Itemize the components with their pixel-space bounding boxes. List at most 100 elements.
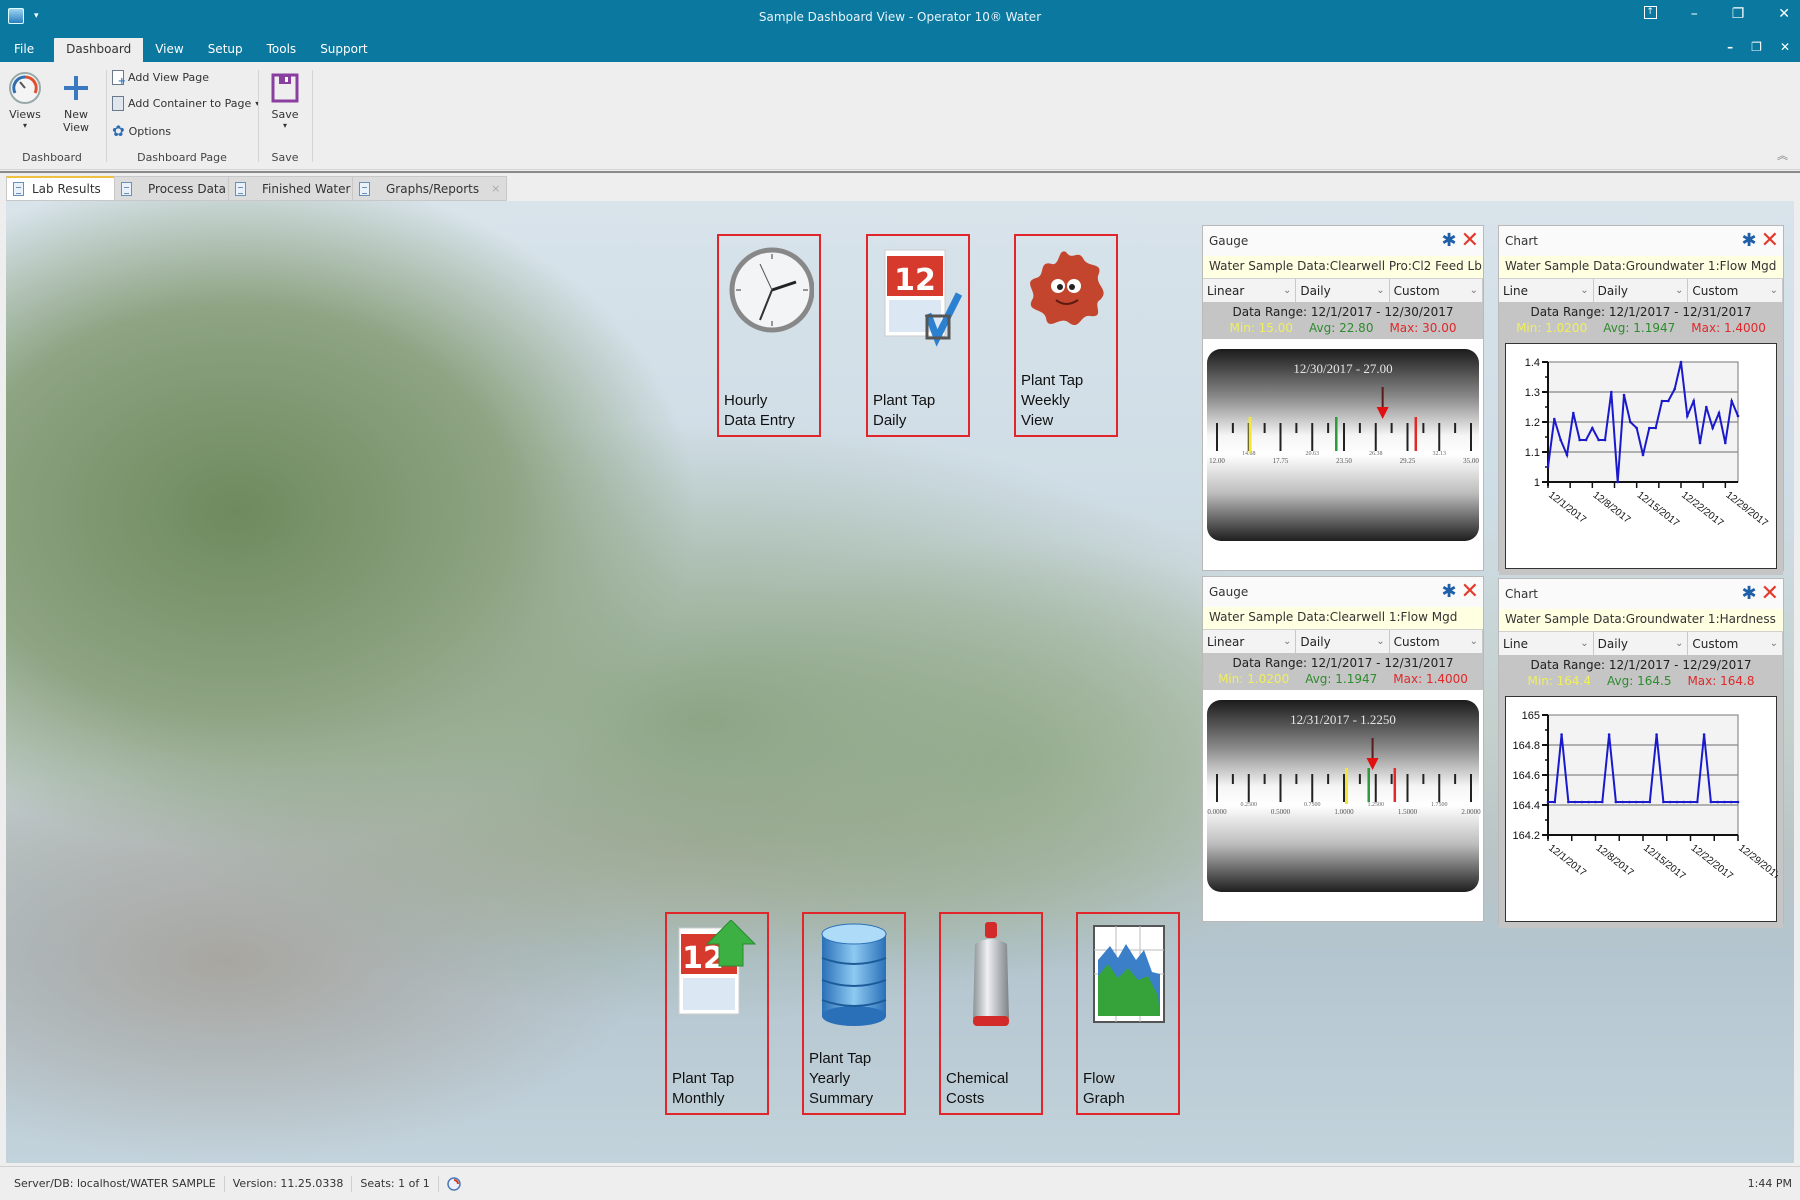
data-point xyxy=(1559,438,1562,442)
tab-setup[interactable]: Setup xyxy=(196,38,255,62)
document-icon xyxy=(121,181,132,196)
interval-select[interactable]: Daily ⌄ xyxy=(1593,632,1689,655)
gear-icon[interactable]: ✱ xyxy=(1741,585,1756,603)
tile-label: Plant Tap Weekly View xyxy=(1021,372,1084,429)
save-button[interactable]: Save ▾ xyxy=(262,68,308,130)
data-point xyxy=(1736,414,1740,418)
chart-widget-groundwater-hardness: Chart ✱ ✕ Water Sample Data:Groundwater 1… xyxy=(1498,578,1784,928)
tile-plant-tap-daily[interactable]: 12 Plant Tap Daily xyxy=(866,234,970,437)
data-point xyxy=(1709,800,1713,804)
new-view-button[interactable]: New View xyxy=(50,68,102,134)
data-point xyxy=(1723,800,1726,804)
range-select[interactable]: Custom ⌄ xyxy=(1389,279,1483,302)
restore-icon[interactable]: ❐ xyxy=(1732,6,1745,22)
y-tick-label: 1.2 xyxy=(1525,417,1540,429)
range-select[interactable]: Custom ⌄ xyxy=(1389,630,1483,653)
tile-plant-tap-weekly-view[interactable]: Plant Tap Weekly View xyxy=(1014,234,1118,437)
close-icon[interactable]: ✕ xyxy=(1761,230,1779,252)
min-stat: Min: 164.4 xyxy=(1527,674,1592,688)
gear-icon[interactable]: ✱ xyxy=(1741,232,1756,250)
chart-type-select[interactable]: Line ⌄ xyxy=(1499,279,1594,302)
min-stat: Min: 15.00 xyxy=(1229,321,1294,335)
gear-icon[interactable]: ✱ xyxy=(1441,583,1456,601)
options-button[interactable]: ✿ Options xyxy=(112,122,171,140)
gauge-type-select[interactable]: Linear ⌄ xyxy=(1203,279,1297,302)
help-icon[interactable]: ↑ xyxy=(1643,6,1657,19)
mdi-minimize-icon[interactable]: – xyxy=(1727,40,1733,54)
widget-type-label: Gauge xyxy=(1209,585,1249,599)
data-point xyxy=(1603,438,1607,442)
y-tick-label: 1 xyxy=(1534,477,1540,489)
gauge-type-select[interactable]: Linear ⌄ xyxy=(1203,630,1297,653)
gauge-widget-cl2-feed: Gauge ✱ ✕ Water Sample Data:Clearwell Pro… xyxy=(1202,225,1484,571)
avg-stat: Avg: 1.1947 xyxy=(1603,321,1676,335)
chart-type-select[interactable]: Line ⌄ xyxy=(1499,632,1594,655)
tile-chemical-costs[interactable]: Chemical Costs xyxy=(939,912,1043,1115)
interval-select[interactable]: Daily ⌄ xyxy=(1593,279,1689,302)
chevron-down-icon: ⌄ xyxy=(1580,638,1589,649)
tile-label: Chemical Costs xyxy=(946,1070,1009,1107)
add-container-icon xyxy=(112,96,124,111)
area-chart-icon xyxy=(1093,925,1165,1023)
interval-select[interactable]: Daily ⌄ xyxy=(1296,630,1390,653)
tile-plant-tap-yearly-summary[interactable]: Plant Tap Yearly Summary xyxy=(802,912,906,1115)
data-range-panel: Data Range: 12/1/2017 - 12/29/2017 Min: … xyxy=(1499,655,1783,692)
mdi-close-icon[interactable]: ✕ xyxy=(1780,40,1790,54)
tab-file[interactable]: File xyxy=(0,38,54,62)
tab-dashboard[interactable]: Dashboard xyxy=(54,38,144,62)
range-select[interactable]: Custom ⌄ xyxy=(1688,632,1784,655)
doc-tab-lab-results[interactable]: Lab Results × xyxy=(6,176,130,201)
data-point xyxy=(1622,393,1626,397)
close-tab-icon[interactable]: × xyxy=(491,182,500,195)
value-pointer-arrow xyxy=(1376,407,1389,419)
data-point xyxy=(1584,438,1588,442)
dashboard-canvas: Hourly Data Entry 12 Plant Tap Daily Plant… xyxy=(6,201,1794,1163)
data-point xyxy=(1567,800,1570,804)
max-stat: Max: 1.4000 xyxy=(1393,672,1468,686)
close-icon[interactable]: ✕ xyxy=(1461,230,1479,252)
chevron-down-icon: ⌄ xyxy=(1674,285,1684,296)
document-icon xyxy=(13,182,24,196)
doc-tab-graphs-reports[interactable]: Graphs/Reports × xyxy=(352,176,508,201)
tile-plant-tap-monthly[interactable]: 12 Plant Tap Monthly xyxy=(665,912,769,1115)
data-point xyxy=(1629,420,1632,424)
close-icon[interactable]: ✕ xyxy=(1778,6,1790,22)
data-point xyxy=(1573,800,1577,804)
linear-gauge: 12/31/2017 - 1.2250 0.0000 0.5000 1.0000 1.… xyxy=(1207,700,1481,892)
gauge-major-label: 2.0000 xyxy=(1461,808,1481,816)
germ-icon xyxy=(1030,251,1104,326)
interval-select[interactable]: Daily ⌄ xyxy=(1296,279,1390,302)
gear-icon[interactable]: ✱ xyxy=(1441,232,1456,250)
add-view-page-button[interactable]: + Add View Page xyxy=(112,70,209,87)
mdi-restore-icon[interactable]: ❐ xyxy=(1751,40,1762,54)
tab-view[interactable]: View xyxy=(143,38,195,62)
data-point xyxy=(1594,800,1597,804)
range-select[interactable]: Custom ⌄ xyxy=(1688,279,1784,302)
add-container-button[interactable]: Add Container to Page ▾ xyxy=(112,96,259,111)
tab-tools[interactable]: Tools xyxy=(255,38,309,62)
close-icon[interactable]: ✕ xyxy=(1761,583,1779,605)
collapse-ribbon-icon[interactable]: ︽ xyxy=(1777,147,1788,163)
tab-support[interactable]: Support xyxy=(308,38,379,62)
max-stat: Max: 30.00 xyxy=(1389,321,1457,335)
data-point xyxy=(1660,399,1664,403)
gauge-scale: 12.00 17.75 23.50 29.25 35.0014.88 20.63 26.38… xyxy=(1209,387,1479,465)
calendar-check-icon: 12 xyxy=(884,249,963,347)
data-point xyxy=(1621,800,1624,804)
gauge-major-label: 1.5000 xyxy=(1398,808,1418,816)
x-tick-label: 12/29/2017 xyxy=(1736,843,1778,883)
tile-hourly-data-entry[interactable]: Hourly Data Entry xyxy=(717,234,821,437)
chevron-down-icon: ⌄ xyxy=(1769,285,1779,296)
tile-flow-graph[interactable]: Flow Graph xyxy=(1076,912,1180,1115)
views-button[interactable]: Views ▾ xyxy=(2,68,48,130)
data-point xyxy=(1641,453,1645,457)
ribbon-group-label: Dashboard Page xyxy=(137,151,227,164)
min-stat: Min: 1.0200 xyxy=(1516,321,1588,335)
gauge-minor-label: 0.2500 xyxy=(1241,802,1258,808)
flow-line-chart: 1 1.1 1.2 1.3 1.4 12/1/2017 12/8/2017 12/15/201… xyxy=(1525,357,1770,529)
minimize-icon[interactable]: – xyxy=(1691,6,1698,22)
chevron-down-icon: ⌄ xyxy=(1282,636,1292,647)
close-icon[interactable]: ✕ xyxy=(1461,581,1479,603)
options-label: Options xyxy=(128,124,172,138)
data-point xyxy=(1597,438,1600,442)
